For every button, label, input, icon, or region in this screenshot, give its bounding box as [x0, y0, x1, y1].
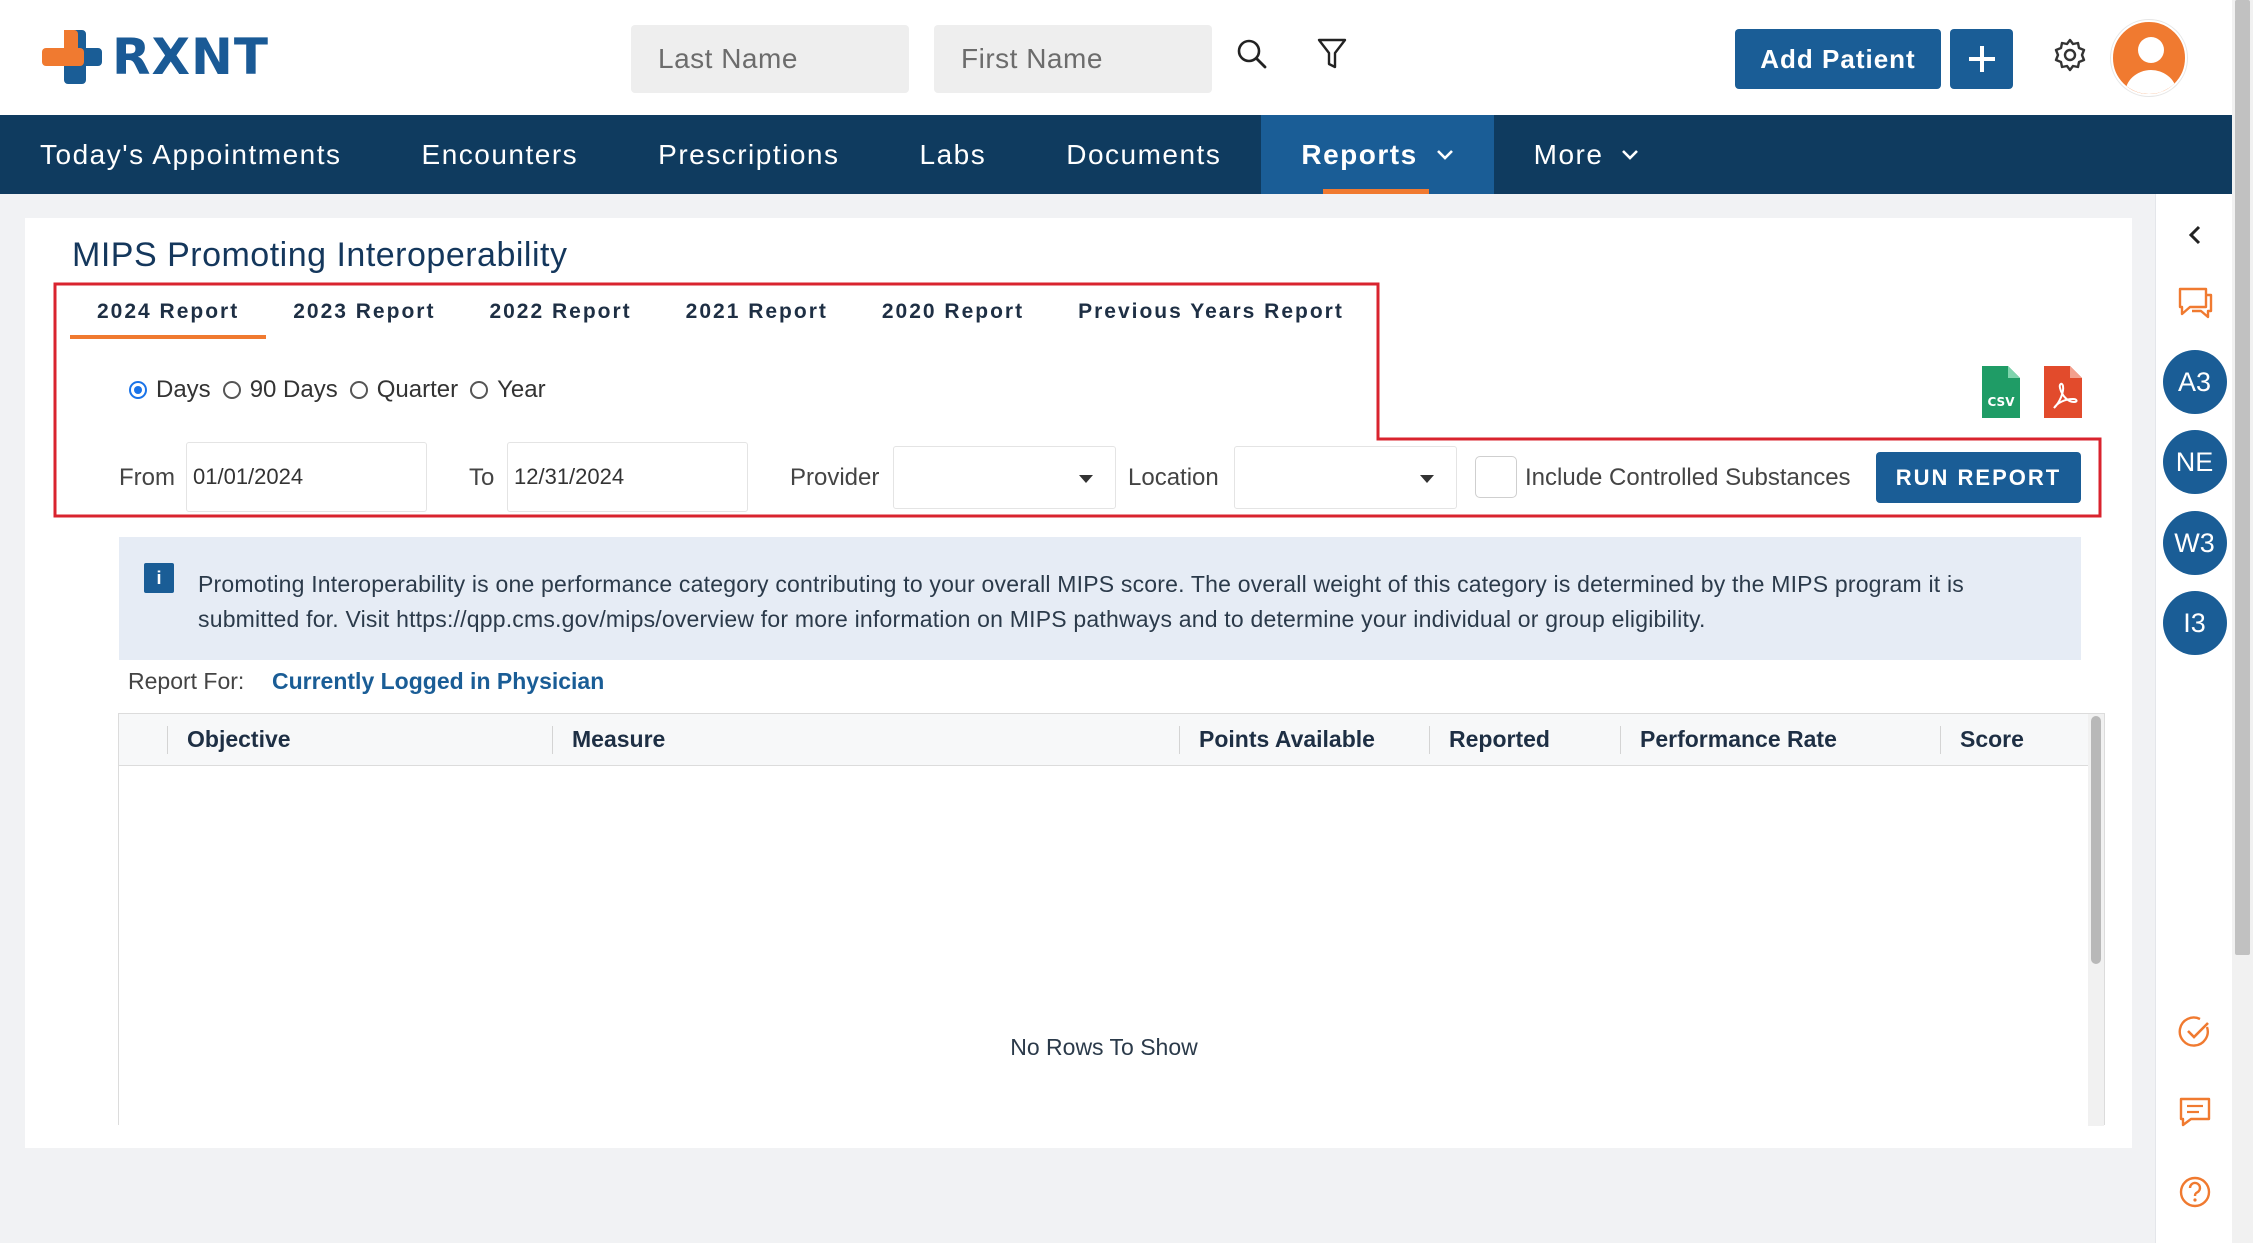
- nav-label: Documents: [1066, 138, 1222, 170]
- tab-2021-report[interactable]: 2021 Report: [659, 294, 855, 332]
- no-rows-message: No Rows To Show: [1010, 1034, 1198, 1060]
- nav-label: Labs: [919, 138, 987, 170]
- col-points-available[interactable]: Points Available: [1179, 714, 1375, 765]
- csv-text: CSV: [1988, 395, 2016, 409]
- radio-year[interactable]: [470, 381, 489, 399]
- logo-text: RXNT: [112, 28, 270, 86]
- quick-add-button[interactable]: [1950, 29, 2013, 89]
- rail-badge: W3: [2162, 511, 2227, 575]
- chevron-down-icon: [1621, 149, 1639, 161]
- radio-quarter-label: Quarter: [376, 376, 459, 403]
- col-measure[interactable]: Measure: [552, 714, 665, 765]
- nav-prescriptions[interactable]: Prescriptions: [618, 115, 879, 194]
- page-scrollbar[interactable]: [2232, 0, 2253, 1243]
- rxnt-logo[interactable]: RXNT: [42, 26, 269, 88]
- collapse-chevron-left-icon[interactable]: [2156, 220, 2233, 250]
- date-range-options: Days 90 Days Quarter Year: [129, 376, 558, 404]
- tab-2022-report[interactable]: 2022 Report: [462, 294, 658, 332]
- caret-down-icon: [1420, 475, 1434, 483]
- info-text: Promoting Interoperability is one perfor…: [198, 571, 1964, 632]
- radio-year-label: Year: [497, 376, 546, 403]
- grid-scroll-thumb[interactable]: [2091, 716, 2101, 964]
- logo-cross-icon: [42, 30, 102, 84]
- report-for-label: Report For:: [128, 668, 245, 694]
- radio-90-days-label: 90 Days: [249, 376, 338, 403]
- provider-select[interactable]: [893, 446, 1116, 509]
- plus-icon: [1968, 46, 1995, 72]
- radio-days-label: Days: [156, 376, 211, 403]
- col-objective[interactable]: Objective: [167, 714, 291, 765]
- caret-down-icon: [1079, 475, 1093, 483]
- check-circle-icon[interactable]: [2156, 1012, 2233, 1052]
- grid-scrollbar[interactable]: [2088, 714, 2104, 1126]
- tab-previous-years-report[interactable]: Previous Years Report: [1051, 294, 1371, 332]
- main-nav: Today's Appointments Encounters Prescrip…: [0, 115, 2232, 194]
- nav-label: Reports: [1301, 138, 1418, 170]
- patient-tab-i3[interactable]: I3: [2156, 591, 2233, 655]
- info-icon: i: [144, 563, 174, 593]
- nav-encounters[interactable]: Encounters: [382, 115, 619, 194]
- to-label: To: [469, 464, 495, 491]
- results-grid: Objective Measure Points Available Repor…: [118, 713, 2105, 1126]
- app-root: RXNT Add Patient: [0, 0, 2253, 1243]
- nav-label: More: [1533, 138, 1604, 170]
- tab-2020-report[interactable]: 2020 Report: [855, 294, 1051, 332]
- location-label: Location: [1128, 464, 1219, 491]
- chat-bubbles-icon[interactable]: [2156, 280, 2233, 326]
- run-report-button[interactable]: RUN REPORT: [1876, 452, 2081, 503]
- csv-export-icon[interactable]: CSV: [1980, 364, 2022, 420]
- user-avatar[interactable]: [2111, 20, 2187, 96]
- pdf-export-icon[interactable]: [2042, 364, 2084, 420]
- top-header: RXNT Add Patient: [0, 0, 2232, 115]
- right-rail: A3 NE W3 I3: [2155, 194, 2232, 1243]
- report-year-tabs: 2024 Report 2023 Report 2022 Report 2021…: [70, 294, 1371, 339]
- tab-2024-report[interactable]: 2024 Report: [70, 294, 267, 339]
- include-controlled-substances-checkbox[interactable]: [1475, 456, 1517, 498]
- patient-tab-a3[interactable]: A3: [2156, 350, 2233, 414]
- col-reported[interactable]: Reported: [1429, 714, 1550, 765]
- last-name-input[interactable]: [631, 25, 909, 93]
- radio-days[interactable]: [129, 381, 147, 399]
- filter-icon[interactable]: [1312, 34, 1352, 74]
- col-performance-rate[interactable]: Performance Rate: [1620, 714, 1837, 765]
- gear-icon[interactable]: [2050, 35, 2090, 75]
- location-select[interactable]: [1234, 446, 1457, 509]
- search-icon[interactable]: [1232, 34, 1272, 74]
- rail-badge: NE: [2162, 430, 2227, 494]
- first-name-input[interactable]: [934, 25, 1212, 93]
- user-icon: [2125, 37, 2177, 94]
- nav-label: Prescriptions: [658, 138, 840, 170]
- rail-badge: I3: [2162, 591, 2227, 655]
- grid-header: Objective Measure Points Available Repor…: [119, 714, 2089, 766]
- nav-todays-appointments[interactable]: Today's Appointments: [0, 115, 382, 194]
- message-icon[interactable]: [2156, 1092, 2233, 1132]
- from-label: From: [119, 464, 175, 491]
- tab-2023-report[interactable]: 2023 Report: [266, 294, 462, 332]
- col-score[interactable]: Score: [1940, 714, 2024, 765]
- chevron-down-icon: [1436, 149, 1454, 161]
- nav-more[interactable]: More: [1494, 115, 1680, 194]
- page-scroll-thumb[interactable]: [2235, 0, 2250, 955]
- page-title: MIPS Promoting Interoperability: [72, 236, 568, 274]
- from-date-field[interactable]: 01/01/2024: [186, 442, 427, 512]
- rail-badge: A3: [2162, 350, 2227, 414]
- to-date-field[interactable]: 12/31/2024: [507, 442, 748, 512]
- report-for-value[interactable]: Currently Logged in Physician: [272, 668, 604, 695]
- nav-label: Today's Appointments: [40, 138, 342, 170]
- include-controlled-substances-label: Include Controlled Substances: [1525, 464, 1851, 491]
- info-banner: i Promoting Interoperability is one perf…: [119, 537, 2081, 660]
- nav-label: Encounters: [421, 138, 579, 170]
- add-patient-button[interactable]: Add Patient: [1735, 29, 1941, 89]
- help-icon[interactable]: [2156, 1172, 2233, 1212]
- radio-quarter[interactable]: [349, 381, 368, 399]
- nav-documents[interactable]: Documents: [1026, 115, 1261, 194]
- provider-label: Provider: [790, 464, 880, 491]
- nav-labs[interactable]: Labs: [880, 115, 1027, 194]
- radio-90-days[interactable]: [222, 381, 241, 399]
- patient-tab-ne[interactable]: NE: [2156, 430, 2233, 494]
- nav-reports[interactable]: Reports: [1261, 115, 1494, 194]
- patient-tab-w3[interactable]: W3: [2156, 511, 2233, 575]
